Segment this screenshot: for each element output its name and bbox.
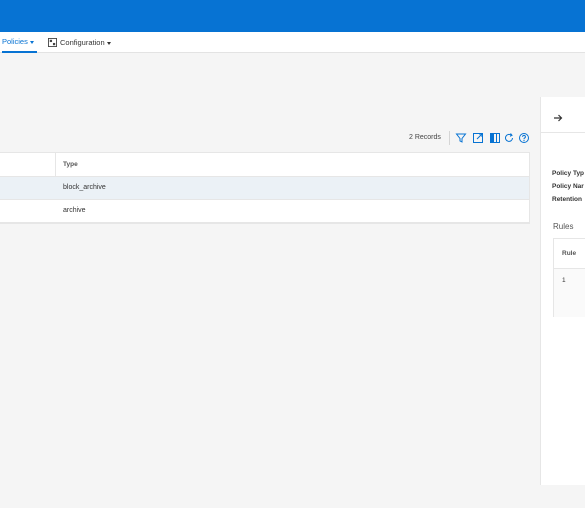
nav-policies-menu[interactable]: Policies: [2, 32, 37, 53]
details-panel: Policy Typ Policy Nar Retention Rules Ru…: [540, 97, 585, 485]
rules-table: Rule 1: [553, 238, 585, 317]
refresh-icon[interactable]: [503, 132, 515, 144]
nav-policies-label: Policies: [2, 37, 28, 46]
field-retention-label: Retention: [552, 196, 582, 203]
field-policy-type-label: Policy Typ: [552, 170, 585, 177]
configuration-icon: [48, 38, 57, 47]
details-panel-header: [541, 97, 585, 133]
table-header: Type: [0, 153, 529, 177]
row-type-cell: block_archive: [63, 184, 106, 191]
nav-configuration-label: Configuration: [60, 38, 105, 47]
arrow-right-icon[interactable]: [553, 113, 563, 123]
toolbar-divider: [449, 131, 450, 145]
policies-table: Type block_archive archive: [0, 152, 530, 224]
chevron-down-icon: [106, 41, 111, 45]
row-type-cell: archive: [63, 207, 86, 214]
rules-table-header: Rule: [554, 239, 585, 269]
nav-configuration-menu[interactable]: Configuration: [48, 32, 111, 53]
table-row[interactable]: archive: [0, 200, 529, 223]
rule-number-cell: 1: [562, 277, 566, 284]
columns-icon[interactable]: [489, 132, 501, 144]
top-header-bar: [0, 0, 585, 32]
records-count: 2 Records: [409, 134, 441, 141]
table-row[interactable]: 1: [554, 269, 585, 317]
column-header-rule[interactable]: Rule: [562, 250, 576, 257]
filter-icon[interactable]: [455, 132, 467, 144]
chevron-down-icon: [29, 40, 34, 44]
nav-bar: Policies Configuration: [0, 32, 585, 53]
rules-section-title: Rules: [553, 222, 574, 231]
column-header-type[interactable]: Type: [63, 161, 78, 168]
table-row[interactable]: block_archive: [0, 177, 529, 200]
help-icon[interactable]: [518, 132, 530, 144]
export-icon[interactable]: [472, 132, 484, 144]
field-policy-name-label: Policy Nar: [552, 183, 584, 190]
column-divider: [55, 153, 56, 176]
